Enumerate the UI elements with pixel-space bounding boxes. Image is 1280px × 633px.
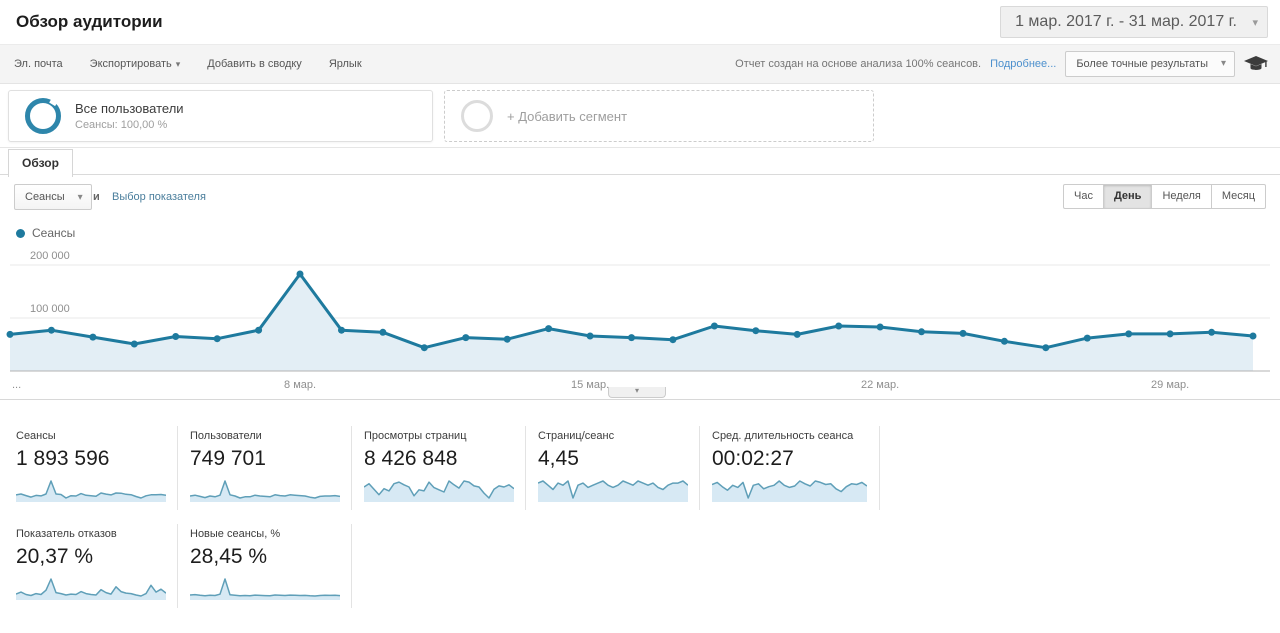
details-link[interactable]: Подробнее... xyxy=(990,58,1056,70)
series-dot-icon xyxy=(16,228,25,238)
select-metric-link[interactable]: Выбор показателя xyxy=(112,191,206,203)
toolbar-right: Отчет создан на основе анализа 100% сеан… xyxy=(735,45,1268,83)
svg-text:22 мар.: 22 мар. xyxy=(861,379,899,391)
timeline-panel: Сеансы ▾ и Выбор показателя Час День Нед… xyxy=(0,175,1280,400)
metric-label: Пользователи xyxy=(190,430,262,442)
segment-ring-icon xyxy=(461,100,493,132)
granularity-button-group: Час День Неделя Месяц xyxy=(1063,184,1266,209)
segment-title: Все пользователи xyxy=(75,101,184,116)
add-segment-button[interactable]: + Добавить сегмент xyxy=(444,90,874,142)
shortcut-button[interactable]: Ярлык xyxy=(329,58,362,70)
date-range-label: 1 мар. 2017 г. - 31 мар. 2017 г. xyxy=(1015,13,1237,30)
metric-value: 28,45 % xyxy=(190,545,268,568)
sparkline-chart xyxy=(190,480,340,502)
metric-label: Показатель отказов xyxy=(16,528,117,540)
svg-text:200 000: 200 000 xyxy=(30,250,70,262)
svg-text:8 мар.: 8 мар. xyxy=(284,379,316,391)
granularity-month-button[interactable]: Месяц xyxy=(1211,184,1266,209)
metric-value: 1 893 596 xyxy=(16,447,110,470)
page-header: Обзор аудитории 1 мар. 2017 г. - 31 мар.… xyxy=(0,0,1280,44)
date-range-picker[interactable]: 1 мар. 2017 г. - 31 мар. 2017 г. ▾ xyxy=(1000,6,1268,38)
chevron-down-icon: ▾ xyxy=(1220,58,1226,69)
action-toolbar: Эл. почта Экспортировать ▾ Добавить в сво… xyxy=(0,44,1280,84)
divider xyxy=(699,426,700,510)
metric-card-avg-session-duration[interactable]: Сред. длительность сеанса 00:02:27 xyxy=(712,430,872,502)
svg-text:29 мар.: 29 мар. xyxy=(1151,379,1189,391)
chart-collapse-handle[interactable]: ▾ xyxy=(608,387,666,398)
metric-card-sessions[interactable]: Сеансы 1 893 596 xyxy=(16,430,176,502)
sampling-note: Отчет создан на основе анализа 100% сеан… xyxy=(735,58,982,70)
chart-legend: Сеансы xyxy=(16,226,75,240)
metric-card-users[interactable]: Пользователи 749 701 xyxy=(190,430,350,502)
sparkline-chart xyxy=(190,578,340,600)
metric-value: 4,45 xyxy=(538,447,579,470)
and-label: и xyxy=(93,191,100,203)
metric-label: Новые сеансы, % xyxy=(190,528,281,540)
segment-donut-icon xyxy=(25,98,61,134)
svg-text:100 000: 100 000 xyxy=(30,303,70,315)
sparkline-chart xyxy=(16,578,166,600)
add-to-dashboard-button[interactable]: Добавить в сводку xyxy=(207,58,302,70)
divider xyxy=(879,426,880,510)
email-button[interactable]: Эл. почта xyxy=(14,58,63,70)
divider xyxy=(351,426,352,510)
metric-select-dropdown[interactable]: Сеансы ▾ xyxy=(14,184,92,210)
toolbar-actions: Эл. почта Экспортировать ▾ Добавить в сво… xyxy=(14,45,362,83)
add-segment-label: + Добавить сегмент xyxy=(507,108,628,124)
divider xyxy=(177,524,178,608)
metric-label: Сеансы xyxy=(16,430,56,442)
metric-label: Просмотры страниц xyxy=(364,430,467,442)
series-label: Сеансы xyxy=(32,226,76,240)
divider xyxy=(525,426,526,510)
metric-label: Страниц/сеанс xyxy=(538,430,615,442)
granularity-day-button[interactable]: День xyxy=(1103,184,1153,209)
metric-card-pages-per-session[interactable]: Страниц/сеанс 4,45 xyxy=(538,430,698,502)
segments-bar: Все пользователи Сеансы: 100,00 % + Доба… xyxy=(0,85,1280,147)
tab-bar: Обзор xyxy=(0,147,1280,177)
svg-text:15 мар.: 15 мар. xyxy=(571,379,609,391)
metric-value: 20,37 % xyxy=(16,545,94,568)
segment-all-users[interactable]: Все пользователи Сеансы: 100,00 % xyxy=(8,90,433,142)
metric-label: Сред. длительность сеанса xyxy=(712,430,854,442)
sparkline-chart xyxy=(364,480,514,502)
graduation-cap-icon[interactable] xyxy=(1244,56,1268,72)
segment-subtitle: Сеансы: 100,00 % xyxy=(75,119,168,131)
sparkline-chart xyxy=(538,480,688,502)
metric-card-new-sessions[interactable]: Новые сеансы, % 28,45 % xyxy=(190,528,350,600)
metric-value: 00:02:27 xyxy=(712,447,794,470)
granularity-hour-button[interactable]: Час xyxy=(1063,184,1104,209)
sparkline-chart xyxy=(16,480,166,502)
export-button[interactable]: Экспортировать ▾ xyxy=(90,58,181,70)
metric-card-bounce-rate[interactable]: Показатель отказов 20,37 % xyxy=(16,528,176,600)
granularity-week-button[interactable]: Неделя xyxy=(1152,184,1212,209)
sparkline-chart xyxy=(712,480,867,502)
metric-card-pageviews[interactable]: Просмотры страниц 8 426 848 xyxy=(364,430,524,502)
chevron-down-icon: ▾ xyxy=(175,59,181,69)
tab-overview[interactable]: Обзор xyxy=(8,149,73,177)
metric-value: 8 426 848 xyxy=(364,447,458,470)
page-title: Обзор аудитории xyxy=(16,12,163,31)
chevron-down-icon: ▾ xyxy=(1252,17,1258,29)
audience-overview-page: Обзор аудитории 1 мар. 2017 г. - 31 мар.… xyxy=(0,0,1280,633)
metrics-section: Сеансы 1 893 596 Пользователи 749 701 Пр… xyxy=(0,400,1280,633)
metric-value: 749 701 xyxy=(190,447,266,470)
sessions-line-chart[interactable]: 100 000 200 000... 8 мар. 15 мар. 22 мар. 29 … xyxy=(0,241,1280,393)
divider xyxy=(177,426,178,510)
svg-text:...: ... xyxy=(12,379,21,391)
chevron-down-icon: ▾ xyxy=(77,192,83,203)
divider xyxy=(351,524,352,608)
precision-dropdown[interactable]: Более точные результаты ▾ xyxy=(1065,51,1235,77)
